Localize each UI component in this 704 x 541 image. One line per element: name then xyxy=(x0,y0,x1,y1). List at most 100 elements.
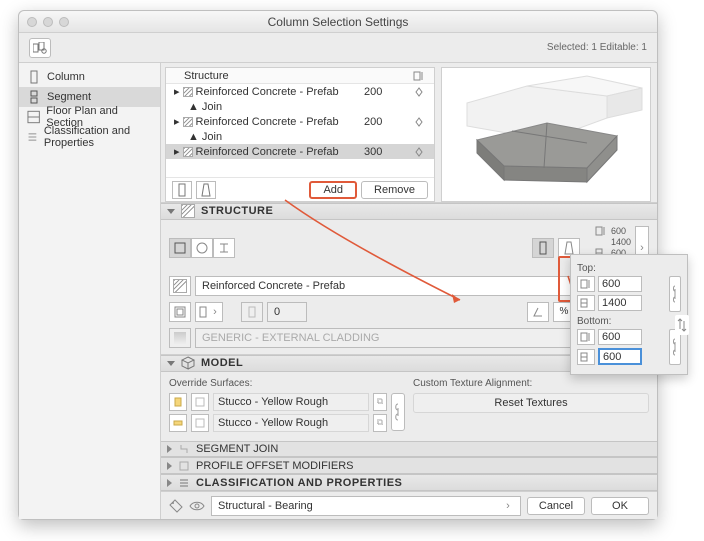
shape-rect-icon[interactable] xyxy=(169,238,191,258)
eye-icon[interactable] xyxy=(189,500,205,512)
sidebar-item-classification[interactable]: Classification and Properties xyxy=(19,127,160,147)
sidebar-item-label: Column xyxy=(47,71,85,83)
disclosure-triangle-icon xyxy=(167,445,172,453)
paint-icon[interactable] xyxy=(191,414,209,432)
top-height-field[interactable]: 1400 xyxy=(598,295,642,311)
shape-circle-icon[interactable] xyxy=(191,238,213,258)
classification-tag-field[interactable]: Structural - Bearing › xyxy=(211,496,521,516)
height-icon xyxy=(577,295,595,311)
sidebar-item-segment[interactable]: Segment xyxy=(19,87,160,107)
segment-name: Reinforced Concrete - Prefab xyxy=(196,146,339,158)
surface-popup-icon[interactable]: ⧉ xyxy=(373,414,387,432)
sidebar: Column Segment Floor Plan and Section Cl… xyxy=(19,63,161,519)
footer: Structural - Bearing › Cancel OK xyxy=(161,491,657,519)
section-segment-join[interactable]: SEGMENT JOIN xyxy=(161,441,657,458)
segment-row[interactable]: ▸Reinforced Concrete - Prefab200 xyxy=(166,114,434,129)
chevron-right-icon: › xyxy=(502,500,514,512)
list-icon xyxy=(27,130,38,144)
section-classification[interactable]: CLASSIFICATION AND PROPERTIES xyxy=(161,474,657,491)
bottom-label: Bottom: xyxy=(577,316,681,327)
dim-value: 1400 xyxy=(611,237,631,247)
disclosure-triangle-icon xyxy=(167,209,175,214)
bottom-height-field[interactable]: 600 xyxy=(598,348,642,365)
multi-edit-icon[interactable] xyxy=(29,38,51,58)
section-structure[interactable]: STRUCTURE xyxy=(161,203,657,220)
cladding-name: GENERIC - EXTERNAL CLADDING xyxy=(202,332,379,344)
width-icon xyxy=(577,329,595,345)
top-label: Top: xyxy=(577,263,681,274)
angle-icon[interactable] xyxy=(527,302,549,322)
disclosure-triangle-icon xyxy=(167,462,172,470)
section-title: STRUCTURE xyxy=(201,205,273,217)
tag-icon xyxy=(169,499,183,513)
close-icon[interactable] xyxy=(27,17,37,27)
spin-icon xyxy=(241,302,263,322)
remove-button[interactable]: Remove xyxy=(361,181,428,199)
zoom-icon[interactable] xyxy=(59,17,69,27)
disclosure-triangle-icon xyxy=(167,361,175,366)
override-surfaces-label: Override Surfaces: xyxy=(169,378,405,389)
segment-name: Reinforced Concrete - Prefab xyxy=(196,86,339,98)
anchor-icon xyxy=(414,147,424,157)
surface-name-field: Stucco - Yellow Rough xyxy=(213,393,369,411)
minimize-icon[interactable] xyxy=(43,17,53,27)
shape-profile-icon[interactable] xyxy=(213,238,235,258)
disclosure-triangle-icon xyxy=(167,479,172,487)
floorplan-icon xyxy=(27,110,40,124)
surface-popup-icon[interactable]: ⧉ xyxy=(373,393,387,411)
width-icon xyxy=(594,226,608,236)
spin-field: 0 xyxy=(267,302,307,322)
anchor-icon xyxy=(414,87,424,97)
taper-uniform-icon[interactable] xyxy=(532,238,554,258)
add-label: Add xyxy=(323,184,343,196)
segment-list: Structure ▸Reinforced Concrete - Prefab2… xyxy=(165,67,435,202)
segment-row[interactable]: ▸Reinforced Concrete - Prefab300 xyxy=(166,144,434,159)
segment-name: Join xyxy=(202,131,222,143)
toolbar: Selected: 1 Editable: 1 xyxy=(19,33,657,63)
cancel-button[interactable]: Cancel xyxy=(527,497,585,515)
spin-value: 0 xyxy=(274,306,280,318)
dim-value: 600 xyxy=(611,226,626,236)
veneer-icon[interactable] xyxy=(169,302,191,322)
sidebar-item-column[interactable]: Column xyxy=(19,67,160,87)
paint-icon[interactable] xyxy=(191,393,209,411)
swap-icon[interactable] xyxy=(675,315,689,335)
bottom-width-field[interactable]: 600 xyxy=(598,329,642,345)
segment-name: Join xyxy=(202,101,222,113)
window-title: Column Selection Settings xyxy=(19,11,657,33)
top-width-field[interactable]: 600 xyxy=(598,276,642,292)
height-icon xyxy=(577,349,595,365)
remove-label: Remove xyxy=(374,184,415,196)
anchor-icon xyxy=(414,117,424,127)
link-icon[interactable] xyxy=(669,276,681,312)
selection-status: Selected: 1 Editable: 1 xyxy=(547,42,647,53)
section-profile-offset[interactable]: PROFILE OFFSET MODIFIERS xyxy=(161,457,657,474)
segment-row-join[interactable]: ▲Join xyxy=(166,99,434,114)
column-icon xyxy=(27,70,41,84)
join-icon xyxy=(178,443,190,455)
window-controls xyxy=(27,17,69,27)
add-button[interactable]: Add xyxy=(309,181,357,199)
ok-button[interactable]: OK xyxy=(591,497,649,515)
uniform-segment-icon[interactable] xyxy=(172,181,192,199)
offset-icon[interactable]: › xyxy=(195,302,223,322)
section-title: CLASSIFICATION AND PROPERTIES xyxy=(196,477,402,489)
section-title: PROFILE OFFSET MODIFIERS xyxy=(196,460,353,472)
segment-row[interactable]: ▸Reinforced Concrete - Prefab200 xyxy=(166,84,434,99)
cancel-label: Cancel xyxy=(539,500,573,512)
model-icon xyxy=(181,356,195,370)
width-icon xyxy=(577,276,595,292)
sidebar-item-floorplan[interactable]: Floor Plan and Section xyxy=(19,107,160,127)
segment-name: Reinforced Concrete - Prefab xyxy=(196,116,339,128)
link-surfaces-icon[interactable] xyxy=(391,393,405,431)
preview-3d[interactable] xyxy=(441,67,651,202)
cladding-swatch xyxy=(169,328,191,348)
tapered-segment-icon[interactable] xyxy=(196,181,216,199)
surface-side-icon[interactable] xyxy=(169,393,187,411)
surface-end-icon[interactable] xyxy=(169,414,187,432)
sidebar-item-label: Segment xyxy=(47,91,91,103)
material-swatch[interactable] xyxy=(169,276,191,296)
segment-row-join[interactable]: ▲Join xyxy=(166,129,434,144)
hatch-icon xyxy=(181,204,195,218)
list-header-structure: Structure xyxy=(166,70,364,82)
